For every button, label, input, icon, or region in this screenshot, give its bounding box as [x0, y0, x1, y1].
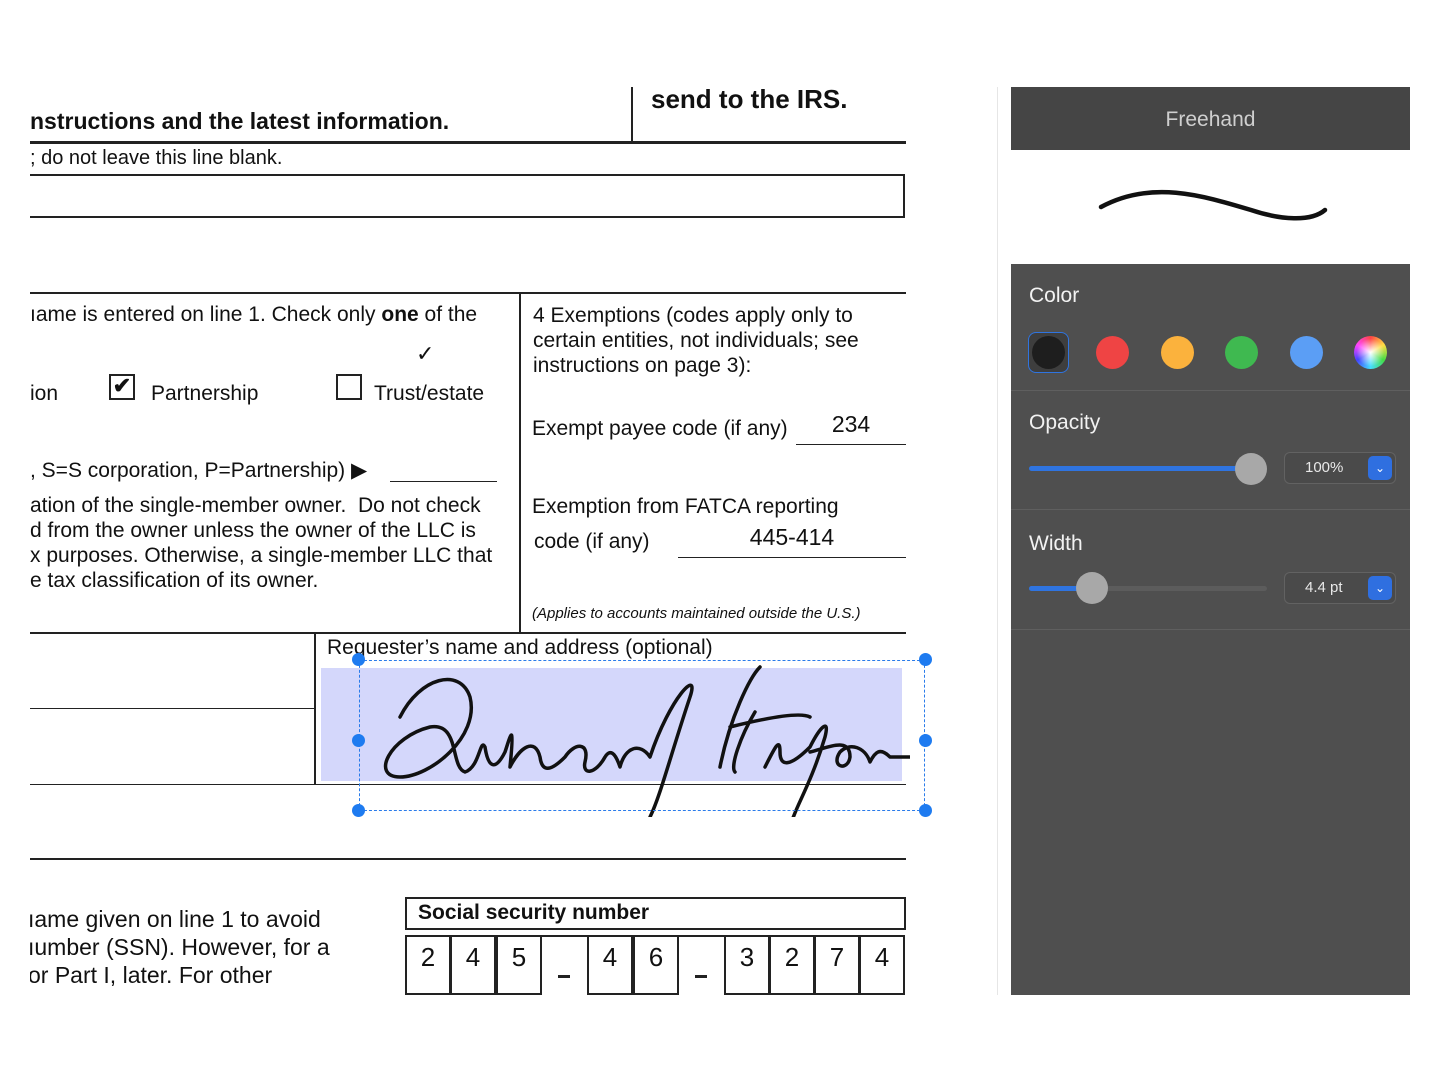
ssn-digit[interactable]: 2	[769, 935, 815, 995]
resize-handle-top-left[interactable]	[352, 653, 365, 666]
chevron-down-icon: ⌄	[1368, 456, 1392, 480]
fatca-label: Exemption from FATCA reporting	[532, 495, 839, 518]
color-section: Color	[1011, 264, 1410, 391]
divider	[30, 708, 315, 709]
freehand-panel: Freehand Color Opacity 100% ⌄ Width 4.4 p…	[1011, 87, 1410, 995]
color-picker-wheel-icon[interactable]	[1354, 336, 1387, 369]
resize-handle-right[interactable]	[919, 734, 932, 747]
ssn-separator	[678, 935, 724, 995]
color-blue[interactable]	[1290, 336, 1323, 369]
exemptions-text: 4 Exemptions (codes apply only to certain…	[533, 304, 859, 377]
opacity-slider-knob[interactable]	[1235, 453, 1267, 485]
applies-note: (Applies to accounts maintained outside …	[532, 605, 861, 622]
trust-label: Trust/estate	[374, 382, 485, 405]
color-black[interactable]	[1032, 336, 1065, 369]
name-field[interactable]	[30, 174, 905, 218]
ssn-digit[interactable]: 4	[450, 935, 496, 995]
divider	[631, 87, 633, 143]
ssn-digit[interactable]: 2	[405, 935, 451, 995]
divider	[30, 292, 906, 294]
ssn-label: Social security number	[405, 897, 906, 930]
divider	[30, 632, 906, 634]
exempt-payee-label: Exempt payee code (if any)	[532, 417, 788, 440]
opacity-label: Opacity	[1029, 411, 1101, 434]
color-green[interactable]	[1225, 336, 1258, 369]
checkmark-icon: ✓	[416, 341, 435, 366]
instructions-text: nstructions and the latest information.	[30, 108, 450, 134]
color-label: Color	[1029, 284, 1080, 307]
selection-box[interactable]	[359, 660, 925, 811]
ssn-separator	[541, 935, 587, 995]
partnership-checkbox[interactable]: ✔	[109, 374, 135, 400]
opacity-dropdown[interactable]: 100% ⌄	[1284, 452, 1396, 484]
classification-text: ion	[30, 382, 59, 405]
width-dropdown[interactable]: 4.4 pt ⌄	[1284, 572, 1396, 604]
width-slider-knob[interactable]	[1076, 572, 1108, 604]
fatca-label-2: code (if any)	[534, 530, 650, 553]
width-section: Width 4.4 pt ⌄	[1011, 510, 1410, 630]
exempt-payee-field[interactable]: 234	[796, 412, 906, 445]
color-red[interactable]	[1096, 336, 1129, 369]
opacity-section: Opacity 100% ⌄	[1011, 391, 1410, 510]
color-orange[interactable]	[1161, 336, 1194, 369]
resize-handle-bottom-right[interactable]	[919, 804, 932, 817]
fatca-field[interactable]: 445-414	[678, 525, 906, 558]
ssn-dash	[695, 975, 707, 978]
resize-handle-left[interactable]	[352, 734, 365, 747]
llc-classification-text: , S=S corporation, P=Partnership) ▶	[30, 459, 368, 482]
ssn-digit[interactable]: 4	[587, 935, 633, 995]
width-label: Width	[1029, 532, 1083, 555]
ssn-digit[interactable]: 3	[724, 935, 770, 995]
name-instructions: ıame given on line 1 to avoid ıumber (SSN…	[30, 906, 330, 988]
divider	[30, 141, 906, 144]
divider	[30, 858, 906, 860]
partnership-label: Partnership	[151, 382, 259, 405]
stroke-preview	[1011, 150, 1410, 264]
check-only-text: ıame is entered on line 1. Check only on…	[30, 303, 478, 326]
ssn-digit[interactable]: 6	[633, 935, 679, 995]
chevron-down-icon: ⌄	[1368, 576, 1392, 600]
ssn-digit[interactable]: 5	[496, 935, 542, 995]
panel-title: Freehand	[1011, 87, 1410, 150]
ssn-digit[interactable]: 7	[814, 935, 860, 995]
llc-code-field[interactable]	[390, 481, 497, 482]
opacity-slider[interactable]	[1029, 466, 1251, 471]
trust-checkbox[interactable]	[336, 374, 362, 400]
llc-note: ation of the single-member owner. Do not…	[30, 494, 493, 592]
resize-handle-bottom-left[interactable]	[352, 804, 365, 817]
opacity-value: 100%	[1305, 459, 1344, 476]
resize-handle-top-right[interactable]	[919, 653, 932, 666]
ssn-digit[interactable]: 4	[859, 935, 905, 995]
line-blank-text: ; do not leave this line blank.	[30, 147, 283, 169]
document-page: nstructions and the latest information. …	[30, 87, 998, 995]
width-value: 4.4 pt	[1305, 579, 1343, 596]
divider	[519, 292, 521, 632]
ssn-dash	[558, 975, 570, 978]
send-irs-text: send to the IRS.	[651, 87, 848, 114]
